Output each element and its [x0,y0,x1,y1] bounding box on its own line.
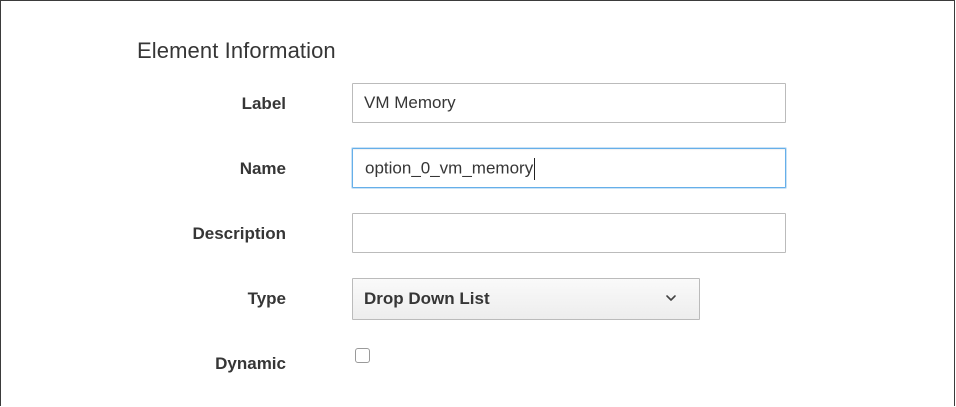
label-input[interactable] [352,83,786,123]
description-input[interactable] [352,213,786,253]
section-title: Element Information [137,38,336,63]
name-field-label: Name [239,159,286,178]
type-select-value: Drop Down List [364,289,490,308]
name-input-value: option_0_vm_memory [365,158,534,178]
text-cursor [534,158,536,180]
dynamic-field-label: Dynamic [215,354,286,373]
description-field-label: Description [192,224,286,243]
type-select[interactable]: Drop Down List [352,278,700,320]
dynamic-checkbox[interactable] [355,348,370,363]
type-field-label: Type [247,289,286,308]
form-panel: Element Information Label Name option_0_… [0,0,955,406]
chevron-down-icon [666,295,676,301]
name-input[interactable]: option_0_vm_memory [352,148,786,188]
label-field-label: Label [241,94,286,113]
